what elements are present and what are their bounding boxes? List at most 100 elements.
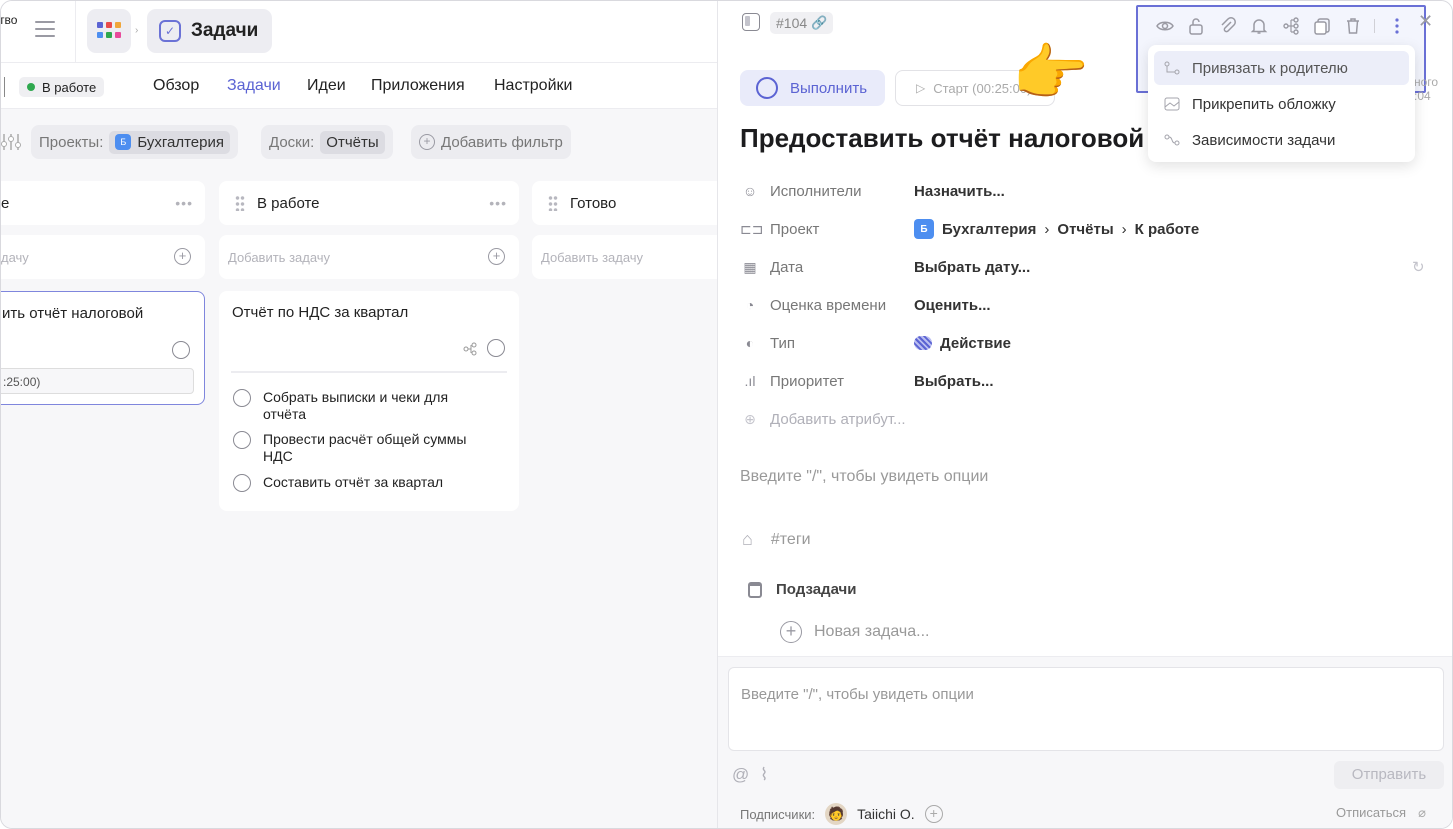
subscriber-name: Taiichi O.: [857, 806, 915, 822]
projects-filter[interactable]: Проекты: Б Бухгалтерия: [31, 125, 238, 159]
comment-input[interactable]: Введите "/", чтобы увидеть опции: [728, 667, 1444, 751]
chevron-right-icon: ›: [1121, 220, 1127, 238]
add-task-placeholder: Добавить задачу: [228, 249, 331, 265]
tasks-app-button[interactable]: ✓ Задачи: [147, 9, 273, 53]
complete-task-button[interactable]: Выполнить: [740, 70, 885, 106]
task-id-badge[interactable]: #104 🔗: [770, 12, 834, 34]
subtasks-icon: [748, 581, 762, 598]
paperclip-icon[interactable]: ⌇: [760, 765, 768, 785]
meta-text: ного: [1414, 75, 1439, 89]
copy-icon[interactable]: [1313, 17, 1331, 35]
complete-circle-icon[interactable]: [487, 339, 505, 357]
description-input[interactable]: Введите "/", чтобы увидеть опции: [740, 468, 988, 486]
subtask-label: Составить отчёт за квартал: [263, 474, 444, 490]
hierarchy-icon[interactable]: [1282, 17, 1300, 35]
boards-filter[interactable]: Доски: Отчёты: [261, 125, 393, 159]
add-attribute-button[interactable]: ⊕ Добавить атрибут...: [740, 404, 1440, 434]
complete-circle-icon[interactable]: [172, 341, 190, 359]
trash-icon[interactable]: [1344, 17, 1362, 35]
column-header[interactable]: е •••: [1, 181, 205, 225]
menu-item-dependencies[interactable]: Зависимости задачи: [1154, 123, 1409, 157]
circle-checkbox-icon[interactable]: [233, 431, 251, 449]
tab-ideas[interactable]: Идеи: [307, 77, 346, 95]
project-column[interactable]: К работе: [1135, 221, 1200, 238]
attribute-project[interactable]: ⊏⊐ Проект Б Бухгалтерия › Отчёты › К раб…: [740, 214, 1440, 244]
status-badge[interactable]: В работе: [19, 77, 105, 97]
menu-icon[interactable]: [35, 21, 55, 37]
attribute-type[interactable]: ◐ Тип Действие: [740, 328, 1440, 358]
play-icon: ▷: [916, 81, 926, 95]
filter-sliders-icon[interactable]: [1, 134, 21, 150]
task-card[interactable]: ить отчёт налоговой :25:00): [1, 291, 205, 405]
context-menu: Привязать к родителю Прикрепить обложку …: [1148, 45, 1415, 162]
drag-handle-icon[interactable]: [548, 195, 558, 211]
add-task-input[interactable]: дачу +: [1, 235, 205, 279]
new-subtask-button[interactable]: + Новая задача...: [780, 621, 929, 643]
timer-chip[interactable]: :25:00): [1, 368, 194, 394]
attribute-label: Проект: [770, 220, 820, 238]
sidebar-toggle-icon[interactable]: [742, 13, 760, 31]
attribute-assignees[interactable]: ☺ Исполнители Назначить...: [740, 176, 1440, 206]
project-board[interactable]: Отчёты: [1057, 221, 1113, 238]
app-window: тво › ✓ Задачи В работе Обзор Задачи Иде…: [0, 0, 1453, 829]
tag-icon: ⌂: [742, 529, 753, 549]
more-dots-icon[interactable]: •••: [175, 195, 193, 211]
meta-text: :04: [1414, 89, 1431, 103]
lock-icon[interactable]: [1187, 17, 1205, 35]
subtask-item[interactable]: Собрать выписки и чеки для отчёта: [233, 389, 483, 423]
avatar[interactable]: 🧑: [825, 803, 848, 825]
menu-item-label: Привязать к родителю: [1192, 59, 1348, 77]
menu-item-attach-cover[interactable]: Прикрепить обложку: [1154, 87, 1409, 121]
paperclip-icon[interactable]: [1219, 17, 1237, 35]
tags-input[interactable]: ⌂ #теги: [742, 529, 811, 550]
tab-overview[interactable]: Обзор: [153, 77, 199, 95]
attribute-priority[interactable]: .ıl Приоритет Выбрать...: [740, 366, 1440, 396]
add-filter-button[interactable]: + Добавить фильтр: [411, 125, 571, 159]
subtask-item[interactable]: Составить отчёт за квартал: [233, 474, 483, 492]
plus-circle-icon[interactable]: +: [488, 248, 505, 265]
circle-checkbox-icon[interactable]: [233, 474, 251, 492]
add-task-input[interactable]: Добавить задачу: [532, 235, 732, 279]
user-circle-icon: ☺: [742, 183, 758, 199]
check-square-icon: ✓: [159, 20, 181, 42]
bell-off-icon: ⌀: [1418, 805, 1426, 820]
apps-grid-icon: [97, 22, 121, 38]
tab-settings[interactable]: Настройки: [494, 77, 572, 95]
eye-icon[interactable]: [1156, 17, 1174, 35]
project-name[interactable]: Бухгалтерия: [942, 221, 1036, 238]
attribute-label: Приоритет: [770, 372, 844, 390]
subtask-item[interactable]: Провести расчёт общей суммы НДС: [233, 431, 483, 465]
add-task-input[interactable]: Добавить задачу +: [219, 235, 519, 279]
bell-icon[interactable]: [1250, 17, 1268, 35]
task-title[interactable]: Предоставить отчёт налоговой: [740, 123, 1150, 154]
board-area: тво › ✓ Задачи В работе Обзор Задачи Иде…: [1, 1, 732, 828]
unsubscribe-button[interactable]: Отписаться ⌀: [1336, 805, 1426, 821]
add-filter-label: Добавить фильтр: [441, 133, 563, 151]
apps-grid-button[interactable]: [87, 9, 131, 53]
send-button[interactable]: Отправить: [1334, 761, 1444, 789]
add-subscriber-icon[interactable]: +: [924, 805, 943, 823]
task-card-title: ить отчёт налоговой: [2, 305, 144, 322]
menu-item-link-parent[interactable]: Привязать к родителю: [1154, 51, 1409, 85]
attribute-label: Тип: [770, 334, 796, 352]
column-header[interactable]: Готово: [532, 181, 732, 225]
task-card[interactable]: Отчёт по НДС за квартал Собрать выписки …: [219, 291, 519, 511]
more-vertical-icon[interactable]: [1388, 17, 1406, 35]
tab-tasks[interactable]: Задачи: [227, 77, 281, 95]
attribute-date[interactable]: ▦ Дата Выбрать дату... ↻: [740, 252, 1440, 282]
attribute-label: Оценка времени: [770, 296, 887, 314]
plus-circle-icon: +: [780, 621, 802, 643]
drag-handle-icon[interactable]: [235, 195, 245, 211]
close-icon[interactable]: ✕: [1418, 11, 1433, 32]
more-dots-icon[interactable]: •••: [489, 195, 507, 211]
column-header[interactable]: В работе •••: [219, 181, 519, 225]
dependencies-icon: [1164, 134, 1180, 146]
plus-circle-icon[interactable]: +: [174, 248, 191, 265]
repeat-icon[interactable]: ↻: [1412, 258, 1425, 276]
divider: [75, 1, 76, 63]
mention-icon[interactable]: @: [732, 765, 749, 785]
tab-apps[interactable]: Приложения: [371, 77, 465, 95]
link-icon: 🔗: [811, 15, 828, 30]
attribute-estimate[interactable]: ◔ Оценка времени Оценить...: [740, 290, 1440, 320]
circle-checkbox-icon[interactable]: [233, 389, 251, 407]
